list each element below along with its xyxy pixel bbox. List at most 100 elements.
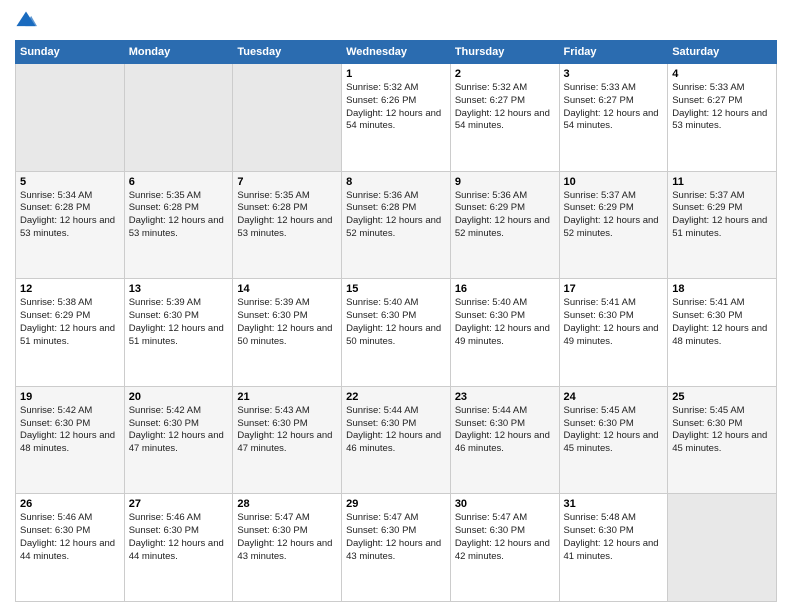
calendar-cell: 25 Sunrise: 5:45 AM Sunset: 6:30 PM Dayl… (668, 386, 777, 494)
daylight-label: Daylight: 12 hours and 48 minutes. (20, 430, 115, 454)
sunrise-label: Sunrise: 5:40 AM (455, 297, 527, 308)
sunset-label: Sunset: 6:28 PM (237, 202, 307, 213)
day-info: Sunrise: 5:42 AM Sunset: 6:30 PM Dayligh… (20, 405, 120, 456)
daylight-label: Daylight: 12 hours and 54 minutes. (455, 108, 550, 132)
day-info: Sunrise: 5:45 AM Sunset: 6:30 PM Dayligh… (564, 405, 664, 456)
calendar-cell: 2 Sunrise: 5:32 AM Sunset: 6:27 PM Dayli… (450, 64, 559, 172)
sunrise-label: Sunrise: 5:44 AM (346, 405, 418, 416)
calendar-cell: 24 Sunrise: 5:45 AM Sunset: 6:30 PM Dayl… (559, 386, 668, 494)
daylight-label: Daylight: 12 hours and 44 minutes. (20, 538, 115, 562)
day-number: 31 (564, 498, 664, 510)
sunrise-label: Sunrise: 5:41 AM (672, 297, 744, 308)
day-info: Sunrise: 5:47 AM Sunset: 6:30 PM Dayligh… (346, 512, 446, 563)
sunset-label: Sunset: 6:30 PM (237, 418, 307, 429)
sunrise-label: Sunrise: 5:34 AM (20, 190, 92, 201)
calendar-cell: 9 Sunrise: 5:36 AM Sunset: 6:29 PM Dayli… (450, 171, 559, 279)
calendar-cell: 7 Sunrise: 5:35 AM Sunset: 6:28 PM Dayli… (233, 171, 342, 279)
calendar-cell: 23 Sunrise: 5:44 AM Sunset: 6:30 PM Dayl… (450, 386, 559, 494)
sunset-label: Sunset: 6:30 PM (346, 525, 416, 536)
calendar-cell (233, 64, 342, 172)
calendar-cell (16, 64, 125, 172)
sunset-label: Sunset: 6:27 PM (564, 95, 634, 106)
day-number: 21 (237, 391, 337, 403)
weekday-header-saturday: Saturday (668, 41, 777, 64)
day-info: Sunrise: 5:44 AM Sunset: 6:30 PM Dayligh… (455, 405, 555, 456)
sunrise-label: Sunrise: 5:33 AM (564, 82, 636, 93)
day-info: Sunrise: 5:47 AM Sunset: 6:30 PM Dayligh… (237, 512, 337, 563)
calendar-cell: 4 Sunrise: 5:33 AM Sunset: 6:27 PM Dayli… (668, 64, 777, 172)
calendar-cell: 6 Sunrise: 5:35 AM Sunset: 6:28 PM Dayli… (124, 171, 233, 279)
day-number: 17 (564, 283, 664, 295)
daylight-label: Daylight: 12 hours and 54 minutes. (564, 108, 659, 132)
calendar-cell: 5 Sunrise: 5:34 AM Sunset: 6:28 PM Dayli… (16, 171, 125, 279)
sunrise-label: Sunrise: 5:33 AM (672, 82, 744, 93)
calendar-cell: 3 Sunrise: 5:33 AM Sunset: 6:27 PM Dayli… (559, 64, 668, 172)
daylight-label: Daylight: 12 hours and 53 minutes. (20, 215, 115, 239)
calendar-cell: 22 Sunrise: 5:44 AM Sunset: 6:30 PM Dayl… (342, 386, 451, 494)
calendar-cell: 19 Sunrise: 5:42 AM Sunset: 6:30 PM Dayl… (16, 386, 125, 494)
day-number: 18 (672, 283, 772, 295)
sunset-label: Sunset: 6:28 PM (346, 202, 416, 213)
day-info: Sunrise: 5:36 AM Sunset: 6:29 PM Dayligh… (455, 190, 555, 241)
daylight-label: Daylight: 12 hours and 48 minutes. (672, 323, 767, 347)
daylight-label: Daylight: 12 hours and 45 minutes. (672, 430, 767, 454)
day-info: Sunrise: 5:40 AM Sunset: 6:30 PM Dayligh… (455, 297, 555, 348)
calendar-header-row: SundayMondayTuesdayWednesdayThursdayFrid… (16, 41, 777, 64)
sunset-label: Sunset: 6:30 PM (672, 310, 742, 321)
day-number: 24 (564, 391, 664, 403)
sunset-label: Sunset: 6:30 PM (129, 310, 199, 321)
day-info: Sunrise: 5:38 AM Sunset: 6:29 PM Dayligh… (20, 297, 120, 348)
daylight-label: Daylight: 12 hours and 46 minutes. (346, 430, 441, 454)
sunrise-label: Sunrise: 5:37 AM (564, 190, 636, 201)
sunrise-label: Sunrise: 5:32 AM (346, 82, 418, 93)
daylight-label: Daylight: 12 hours and 51 minutes. (20, 323, 115, 347)
sunrise-label: Sunrise: 5:40 AM (346, 297, 418, 308)
day-info: Sunrise: 5:48 AM Sunset: 6:30 PM Dayligh… (564, 512, 664, 563)
daylight-label: Daylight: 12 hours and 43 minutes. (237, 538, 332, 562)
daylight-label: Daylight: 12 hours and 52 minutes. (455, 215, 550, 239)
daylight-label: Daylight: 12 hours and 53 minutes. (129, 215, 224, 239)
day-info: Sunrise: 5:33 AM Sunset: 6:27 PM Dayligh… (564, 82, 664, 133)
daylight-label: Daylight: 12 hours and 49 minutes. (455, 323, 550, 347)
calendar-cell: 27 Sunrise: 5:46 AM Sunset: 6:30 PM Dayl… (124, 494, 233, 602)
sunrise-label: Sunrise: 5:45 AM (564, 405, 636, 416)
calendar-week-3: 12 Sunrise: 5:38 AM Sunset: 6:29 PM Dayl… (16, 279, 777, 387)
day-info: Sunrise: 5:46 AM Sunset: 6:30 PM Dayligh… (20, 512, 120, 563)
calendar-week-1: 1 Sunrise: 5:32 AM Sunset: 6:26 PM Dayli… (16, 64, 777, 172)
day-info: Sunrise: 5:32 AM Sunset: 6:26 PM Dayligh… (346, 82, 446, 133)
sunset-label: Sunset: 6:29 PM (672, 202, 742, 213)
daylight-label: Daylight: 12 hours and 50 minutes. (346, 323, 441, 347)
day-number: 22 (346, 391, 446, 403)
day-number: 16 (455, 283, 555, 295)
day-info: Sunrise: 5:41 AM Sunset: 6:30 PM Dayligh… (564, 297, 664, 348)
sunset-label: Sunset: 6:30 PM (346, 310, 416, 321)
daylight-label: Daylight: 12 hours and 49 minutes. (564, 323, 659, 347)
sunset-label: Sunset: 6:30 PM (20, 525, 90, 536)
day-number: 2 (455, 68, 555, 80)
calendar-cell: 15 Sunrise: 5:40 AM Sunset: 6:30 PM Dayl… (342, 279, 451, 387)
calendar-week-5: 26 Sunrise: 5:46 AM Sunset: 6:30 PM Dayl… (16, 494, 777, 602)
daylight-label: Daylight: 12 hours and 42 minutes. (455, 538, 550, 562)
day-info: Sunrise: 5:34 AM Sunset: 6:28 PM Dayligh… (20, 190, 120, 241)
calendar-week-2: 5 Sunrise: 5:34 AM Sunset: 6:28 PM Dayli… (16, 171, 777, 279)
sunset-label: Sunset: 6:30 PM (564, 418, 634, 429)
day-number: 13 (129, 283, 229, 295)
day-info: Sunrise: 5:35 AM Sunset: 6:28 PM Dayligh… (129, 190, 229, 241)
day-number: 8 (346, 176, 446, 188)
calendar-cell: 8 Sunrise: 5:36 AM Sunset: 6:28 PM Dayli… (342, 171, 451, 279)
daylight-label: Daylight: 12 hours and 46 minutes. (455, 430, 550, 454)
sunrise-label: Sunrise: 5:47 AM (346, 512, 418, 523)
calendar-cell (124, 64, 233, 172)
sunrise-label: Sunrise: 5:45 AM (672, 405, 744, 416)
day-number: 15 (346, 283, 446, 295)
sunset-label: Sunset: 6:30 PM (129, 418, 199, 429)
day-info: Sunrise: 5:39 AM Sunset: 6:30 PM Dayligh… (237, 297, 337, 348)
daylight-label: Daylight: 12 hours and 52 minutes. (346, 215, 441, 239)
daylight-label: Daylight: 12 hours and 54 minutes. (346, 108, 441, 132)
day-number: 4 (672, 68, 772, 80)
sunset-label: Sunset: 6:29 PM (564, 202, 634, 213)
calendar-cell: 30 Sunrise: 5:47 AM Sunset: 6:30 PM Dayl… (450, 494, 559, 602)
sunset-label: Sunset: 6:30 PM (237, 310, 307, 321)
day-info: Sunrise: 5:37 AM Sunset: 6:29 PM Dayligh… (672, 190, 772, 241)
calendar-cell (668, 494, 777, 602)
